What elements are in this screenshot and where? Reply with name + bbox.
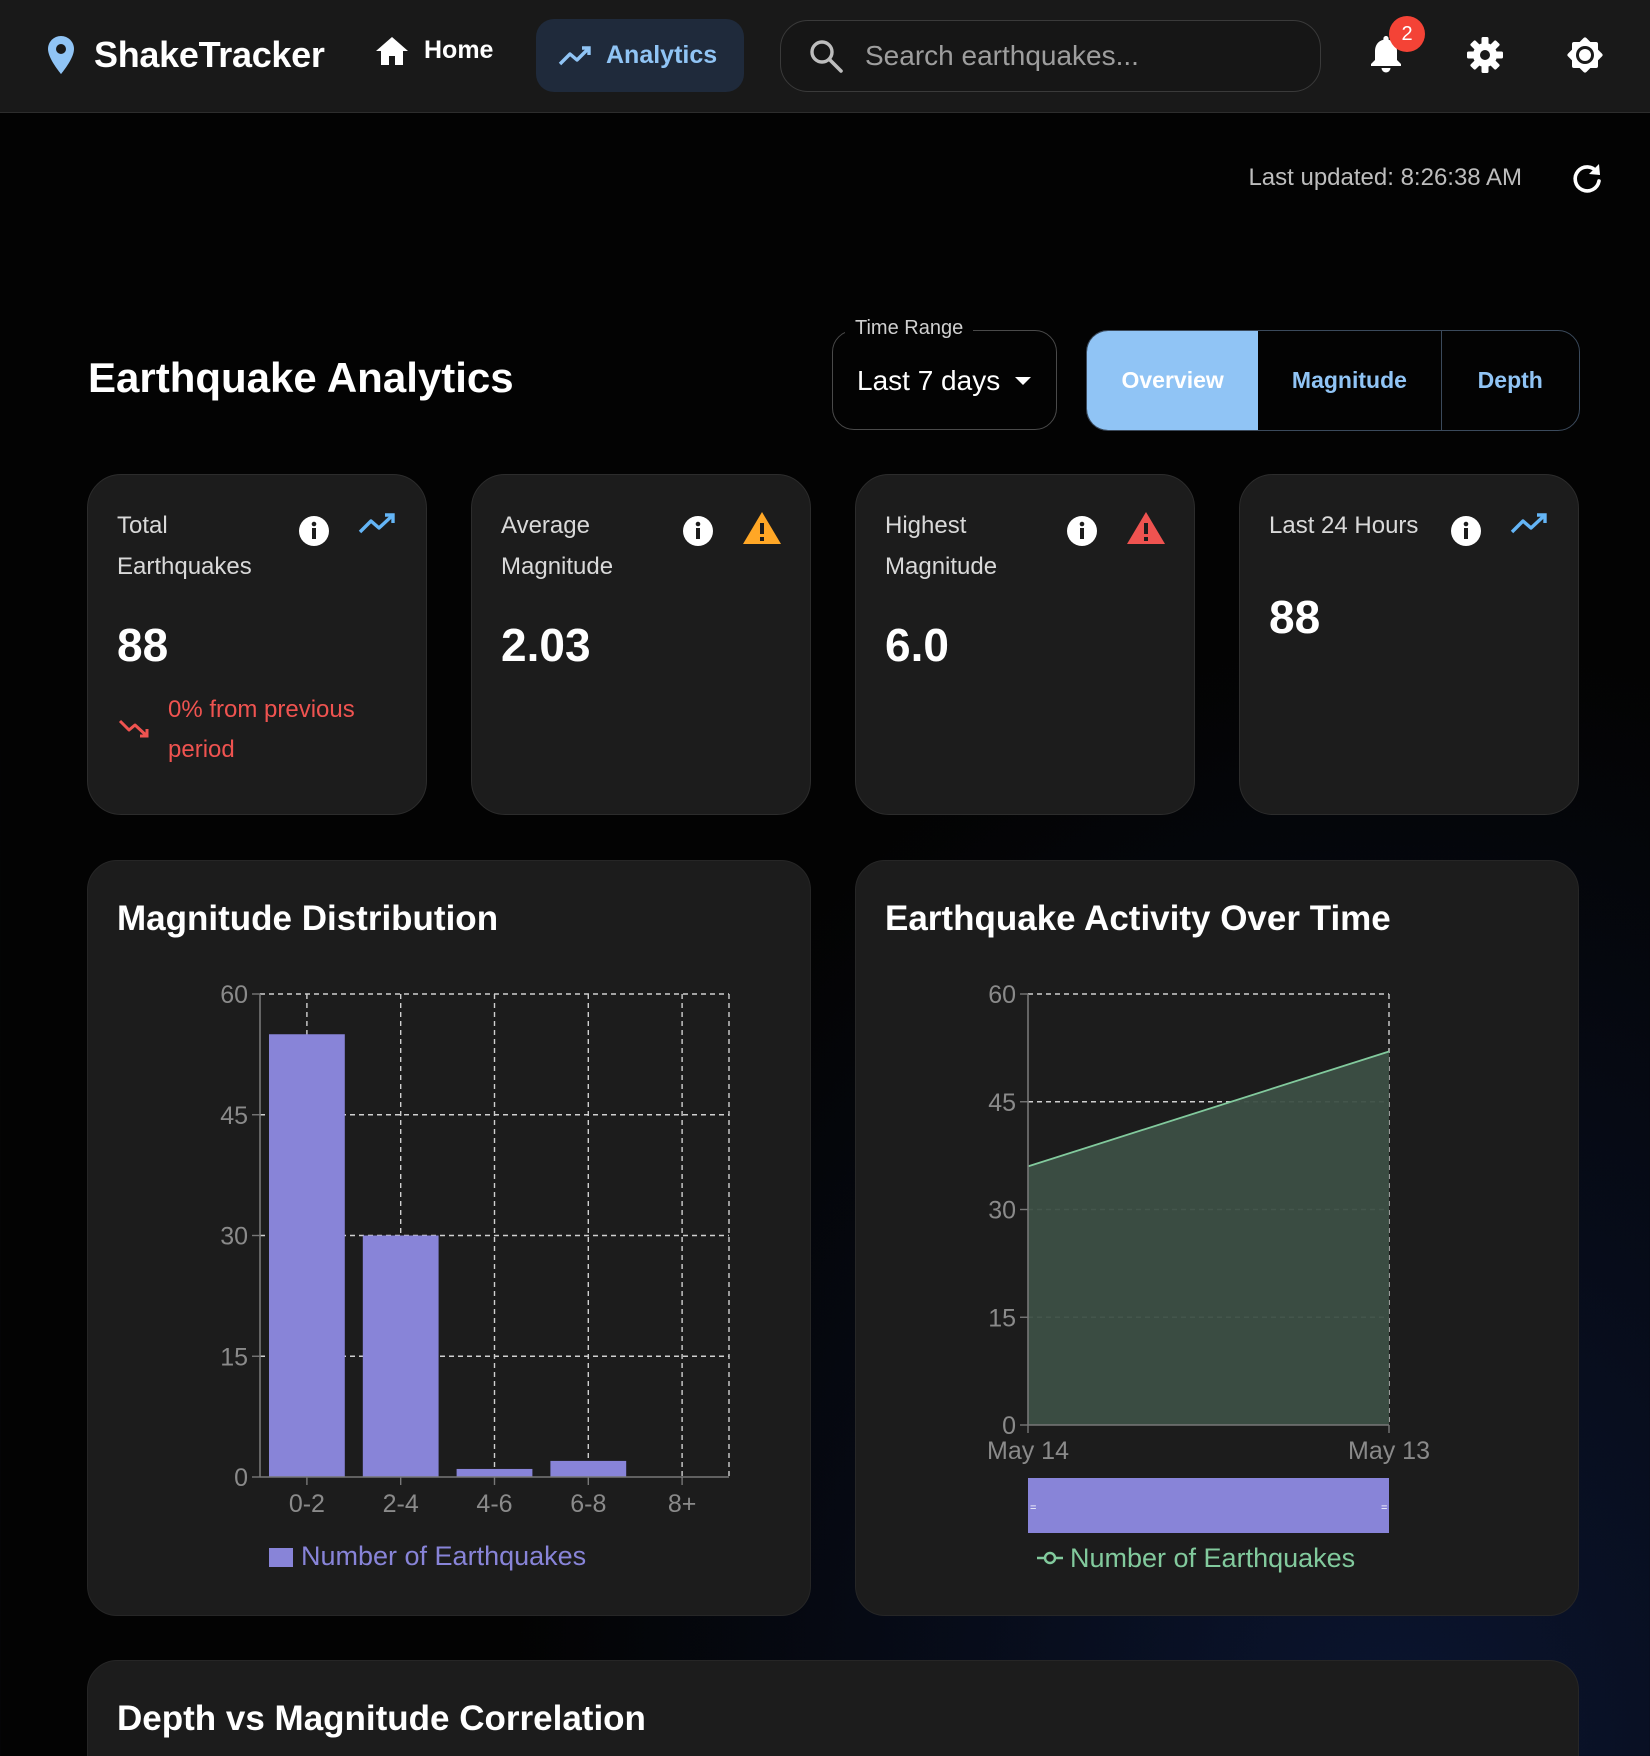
trending-up-icon bbox=[358, 513, 395, 534]
activity-area-chart: 0 15 30 45 60 May 14 May 13 = = Number of Earthqu… bbox=[987, 981, 1430, 1573]
time-range-value: Last 7 days bbox=[857, 365, 1001, 396]
brush-handle-right: = bbox=[1381, 1502, 1387, 1514]
x-tick-label: 0-2 bbox=[289, 1490, 325, 1518]
stat-label: Last 24 Hours bbox=[1269, 512, 1419, 539]
depth-magnitude-panel: Depth vs Magnitude Correlation bbox=[87, 1660, 1579, 1756]
view-tabs: Overview Magnitude Depth bbox=[1086, 330, 1580, 431]
trending-down-icon bbox=[118, 719, 149, 738]
tab-depth[interactable]: Depth bbox=[1442, 331, 1579, 430]
y-tick-label: 60 bbox=[988, 981, 1016, 1009]
x-tick-label: 4-6 bbox=[476, 1490, 512, 1518]
y-tick-label: 0 bbox=[234, 1464, 248, 1492]
last-updated-text: Last updated: 8:26:38 AM bbox=[1248, 164, 1522, 191]
stat-label: Total Earthquakes bbox=[117, 512, 252, 580]
x-tick-label: 2-4 bbox=[383, 1490, 419, 1518]
info-icon[interactable] bbox=[1066, 515, 1098, 547]
stat-value: 88 bbox=[1269, 591, 1321, 643]
x-tick-label: 8+ bbox=[668, 1490, 697, 1518]
nav-analytics-link[interactable]: Analytics bbox=[536, 19, 744, 92]
stat-change: 0% from previous period bbox=[168, 696, 355, 763]
brightness-icon[interactable] bbox=[1564, 34, 1606, 76]
stat-value: 6.0 bbox=[885, 619, 949, 671]
trending-up-icon bbox=[558, 45, 591, 65]
area-fill bbox=[1028, 1051, 1389, 1425]
info-icon[interactable] bbox=[298, 515, 330, 547]
brush-handle-left: = bbox=[1030, 1502, 1036, 1514]
stat-card-last24: Last 24 Hours 88 bbox=[1239, 474, 1579, 815]
y-tick-label: 45 bbox=[988, 1089, 1016, 1117]
nav-home-link[interactable]: Home bbox=[376, 36, 493, 65]
tab-overview[interactable]: Overview bbox=[1087, 331, 1259, 430]
y-tick-label: 30 bbox=[220, 1223, 248, 1251]
x-tick-label: May 14 bbox=[987, 1437, 1069, 1465]
search-icon bbox=[810, 40, 843, 73]
brand-name: ShakeTracker bbox=[94, 34, 325, 75]
home-icon bbox=[376, 36, 408, 65]
bar bbox=[362, 1235, 439, 1477]
stat-value: 88 bbox=[117, 619, 169, 671]
location-pin-icon bbox=[48, 36, 74, 74]
gear-icon[interactable] bbox=[1466, 36, 1504, 74]
search-box bbox=[780, 20, 1321, 92]
stat-card-average: Average Magnitude 2.03 bbox=[471, 474, 811, 815]
nav-home-label: Home bbox=[424, 36, 494, 64]
y-tick-label: 45 bbox=[220, 1102, 248, 1130]
nav-analytics-label: Analytics bbox=[606, 41, 718, 69]
stat-card-total: Total Earthquakes 88 0% from previous pe… bbox=[87, 474, 427, 815]
brush-range bbox=[1028, 1478, 1389, 1533]
legend-label: Number of Earthquakes bbox=[301, 1541, 586, 1571]
top-nav: ShakeTracker Home Analytics 2 bbox=[0, 0, 1650, 113]
bar bbox=[550, 1460, 627, 1477]
page-title: Earthquake Analytics bbox=[88, 354, 514, 401]
brand[interactable]: ShakeTracker bbox=[48, 34, 325, 76]
magnitude-bar-chart: 0 15 30 45 60 0-2 2-4 4-6 6-8 8+ Number of Earthqu… bbox=[220, 981, 730, 1571]
y-tick-label: 30 bbox=[988, 1197, 1016, 1225]
bar bbox=[456, 1468, 533, 1477]
magnitude-distribution-panel: Magnitude Distribution 0 15 30 45 60 0-2 2-4 4-… bbox=[87, 860, 811, 1616]
stat-value: 2.03 bbox=[501, 619, 591, 671]
activity-over-time-panel: Earthquake Activity Over Time 0 15 30 45 60 M… bbox=[855, 860, 1579, 1616]
time-range-label: Time Range bbox=[845, 317, 974, 340]
trending-up-icon bbox=[1510, 513, 1547, 534]
x-tick-label: 6-8 bbox=[570, 1490, 606, 1518]
stat-card-highest: Highest Magnitude 6.0 bbox=[855, 474, 1195, 815]
stat-label: Average Magnitude bbox=[501, 512, 614, 580]
warning-icon bbox=[743, 512, 781, 544]
notification-badge: 2 bbox=[1389, 16, 1425, 52]
stat-label: Highest Magnitude bbox=[885, 512, 998, 580]
y-tick-label: 0 bbox=[1002, 1412, 1016, 1440]
panel-title: Depth vs Magnitude Correlation bbox=[117, 1699, 646, 1738]
y-tick-label: 60 bbox=[220, 981, 248, 1009]
info-icon[interactable] bbox=[682, 515, 714, 547]
y-tick-label: 15 bbox=[988, 1304, 1016, 1332]
info-icon[interactable] bbox=[1450, 515, 1482, 547]
legend-swatch bbox=[269, 1548, 293, 1567]
x-tick-label: May 13 bbox=[1348, 1437, 1430, 1465]
bar bbox=[269, 1034, 345, 1477]
legend-dot bbox=[1043, 1551, 1057, 1565]
time-range-select[interactable]: Time Range Last 7 days bbox=[832, 317, 1057, 430]
y-tick-label: 15 bbox=[220, 1343, 248, 1371]
search-input[interactable] bbox=[865, 40, 1305, 72]
tab-magnitude[interactable]: Magnitude bbox=[1258, 331, 1442, 430]
legend-label: Number of Earthquakes bbox=[1070, 1543, 1355, 1573]
refresh-icon[interactable] bbox=[1570, 162, 1604, 196]
error-icon bbox=[1127, 512, 1165, 544]
caret-down-icon bbox=[1015, 377, 1031, 385]
